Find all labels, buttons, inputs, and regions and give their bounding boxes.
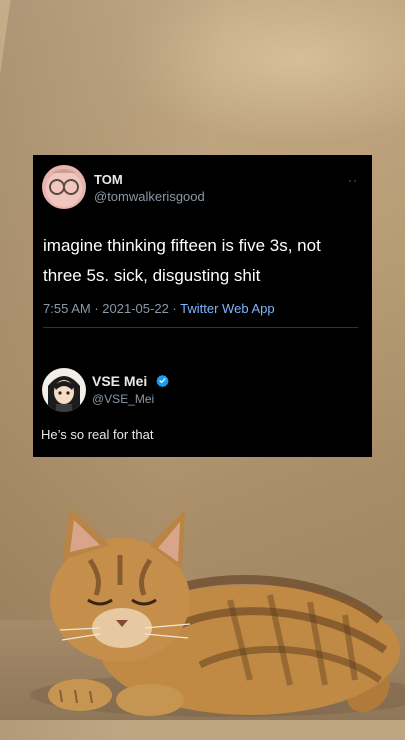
reply-card[interactable]: VSE Mei @VSE_Mei He’s so real for that [33,328,372,457]
verified-badge-icon [156,374,169,387]
tom-avatar[interactable] [42,165,86,209]
tweet-author-handle[interactable]: @tomwalkerisgood [94,189,205,204]
tweet-source-link[interactable]: Twitter Web App [180,301,274,316]
more-icon[interactable]: ·· [348,173,358,187]
tweet-time: 7:55 AM [43,301,91,316]
reply-author-name[interactable]: VSE Mei [92,373,169,389]
vse-mei-avatar[interactable] [42,368,86,412]
meta-separator: · [94,301,99,316]
sleeping-cat-image [30,508,405,717]
tweet-text: imagine thinking fifteen is five 3s, not… [43,236,321,285]
reply-author-name-text[interactable]: VSE Mei [92,373,147,389]
tweet-author-name[interactable]: TOM [94,172,123,187]
reply-text: He’s so real for that [41,427,154,442]
meta-separator: · [172,301,177,316]
tweet-date: 2021-05-22 [102,301,169,316]
reply-author-handle[interactable]: @VSE_Mei [92,392,154,406]
tweet-card[interactable]: TOM @tomwalkerisgood ·· imagine thinking… [33,155,372,328]
tweet-meta: 7:55 AM · 2021-05-22 · Twitter Web App [43,301,275,316]
